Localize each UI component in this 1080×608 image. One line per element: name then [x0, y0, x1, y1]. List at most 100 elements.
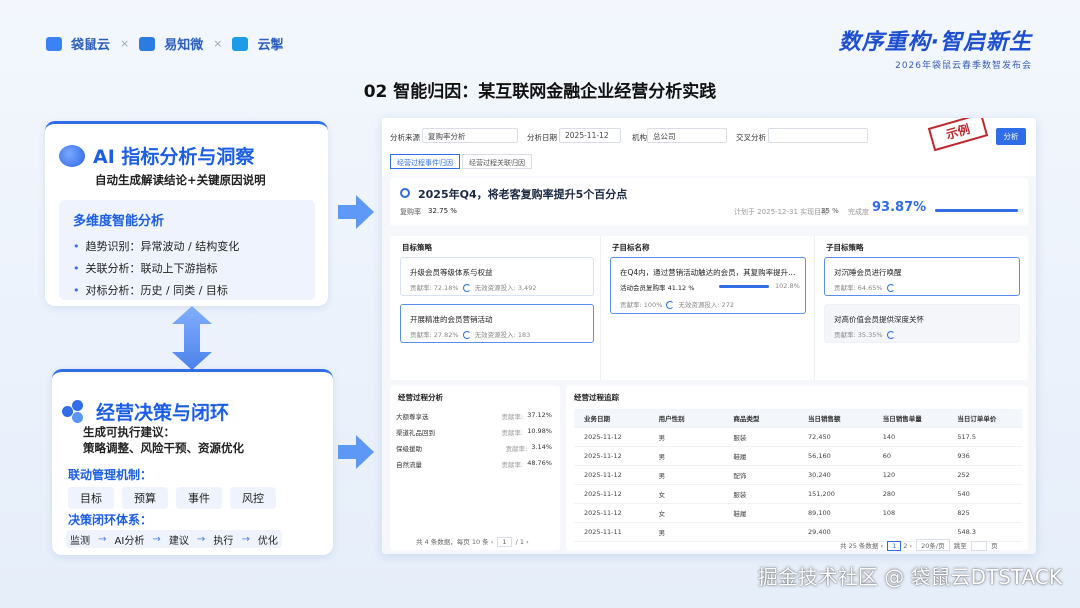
column-header[interactable]: 当日订单单价 — [947, 413, 1022, 423]
analyze-button[interactable]: 分析 — [996, 128, 1026, 145]
table-cell: 2025-11-11 — [584, 528, 622, 536]
target-icon — [400, 188, 410, 198]
sub-strategy-title: 对高价值会员提供深度关怀 — [834, 315, 924, 324]
table-cell: 男 — [658, 453, 666, 461]
column-header[interactable]: 用户性别 — [649, 413, 724, 423]
sub-strategy-card[interactable]: 对沉睡会员进行唤醒 贡献率: 64.65% — [824, 257, 1020, 296]
flow-step: 执行 — [213, 535, 234, 547]
column-header[interactable]: 业务日期 — [574, 413, 649, 423]
table-cell: 252 — [957, 471, 970, 479]
table-row[interactable]: 2025-11-12 女 服装 151,200 280 540 — [574, 485, 1022, 504]
table-row[interactable]: 2025-11-12 男 鞋履 56,160 60 936 — [574, 447, 1022, 466]
filter-label: 机构 — [632, 133, 647, 142]
table-cell: 108 — [882, 509, 896, 517]
flow-step: 监测 — [70, 535, 91, 547]
filter-label: 交叉分析 — [736, 133, 766, 142]
chip: 风控 — [230, 487, 276, 509]
column-header[interactable]: 当日销售单量 — [873, 413, 948, 423]
goal-title: 2025年Q4，将老客复购率提升5个百分点 — [418, 188, 628, 201]
filter-label: 分析来源 — [390, 133, 420, 142]
metric-label: 复购率 — [400, 208, 421, 216]
process-row[interactable]: 自然流量 贡献率: 48.76% — [396, 459, 552, 469]
chip: 目标 — [68, 487, 114, 509]
strategy-card[interactable]: 开展精准的会员营销活动 贡献率: 27.82% 无效资源投入: 183 — [400, 304, 594, 343]
loop-title: 决策闭环体系： — [68, 513, 153, 527]
dashboard-window: 分析来源 复购率分析 分析日期 2025-11-12 机构 总公司 交叉分析 分… — [382, 118, 1036, 554]
process-row[interactable]: 渠道礼品回到 贡献率: 10.98% — [396, 427, 552, 437]
table-cell: 936 — [957, 452, 970, 460]
column-title: 子目标策略 — [826, 243, 864, 252]
table-row[interactable]: 2025-11-12 女 鞋履 89,100 108 825 — [574, 504, 1022, 523]
sub-goal-bar — [719, 285, 769, 288]
table-cell: 540 — [957, 490, 970, 498]
logo-yunche: 云掣 — [257, 38, 284, 53]
table-cell: 男 — [658, 529, 666, 537]
sub-strategy-card[interactable]: 对高价值会员提供深度关怀 贡献率: 35.35% — [824, 304, 1020, 343]
cells-icon — [62, 399, 88, 424]
card-subtitle: 自动生成解读结论+关键原因说明 — [95, 173, 266, 187]
column-header[interactable]: 商品类型 — [723, 413, 798, 423]
tab-event-attribution[interactable]: 经营过程事件归因 — [390, 154, 460, 169]
table-cell: 女 — [658, 491, 666, 499]
column-title: 目标策略 — [402, 243, 432, 252]
strategy-title: 开展精准的会员营销活动 — [410, 315, 493, 324]
table-row[interactable]: 2025-11-12 男 服装 72,450 140 517.5 — [574, 428, 1022, 447]
card-subtitle: 策略调整、风险干预、资源优化 — [83, 441, 244, 455]
sub-goal-title: 在Q4内，通过营销活动触达的会员，其复购率提升... — [620, 268, 796, 277]
table-cell: 2025-11-12 — [584, 471, 622, 479]
table-cell: 151,200 — [808, 490, 835, 498]
decision-loop-flow: 监测 → AI分析 → 建议 → 执行 → 优化 — [66, 530, 282, 548]
source-select[interactable]: 复购率分析 — [422, 128, 518, 143]
strategy-card[interactable]: 升级会员等级体系与权益 贡献率: 72.18% 无效资源投入: 3,492 — [400, 257, 594, 296]
cross-select[interactable] — [768, 128, 868, 143]
table-cell: 89,100 — [808, 509, 831, 517]
strategy-stats: 贡献率: 72.18% 无效资源投入: 3,492 — [410, 284, 537, 292]
slogan-main: 数序重构·智启新生 — [838, 30, 1032, 55]
table-header: 业务日期 用户性别 商品类型 当日销售额 当日销售单量 当日订单单价 — [574, 409, 1022, 428]
table-row[interactable]: 2025-11-12 男 配饰 30,240 120 252 — [574, 466, 1022, 485]
table-cell: 鞋履 — [733, 510, 747, 518]
card-subtitle: 生成可执行建议： — [83, 425, 175, 439]
flow-step: 建议 — [168, 535, 189, 547]
panel-title: 经营过程分析 — [398, 393, 443, 402]
slogan-sub: 2026年袋鼠云春季数智发布会 — [895, 61, 1032, 71]
list-item: 对标分析：历史 / 同类 / 目标 — [73, 282, 239, 298]
column-header[interactable]: 当日销售额 — [798, 413, 873, 423]
process-row[interactable]: 大额尊享选 贡献率: 37.12% — [396, 411, 552, 421]
flow-arrow-icon: → — [241, 533, 250, 545]
table-cell: 2025-11-12 — [584, 452, 622, 460]
sub-goal-stats: 贡献率: 100% 无效资源投入: 272 — [620, 301, 735, 309]
yizhiwei-logo-icon — [139, 36, 156, 51]
panel-title: 经营过程追踪 — [574, 393, 619, 402]
sub-strategy-stats: 贡献率: 64.65% — [834, 282, 899, 292]
mechanism-title: 联动管理机制： — [68, 468, 153, 482]
card-title: AI 指标分析与洞察 — [93, 146, 255, 168]
card-header: AI 指标分析与洞察 — [59, 142, 254, 169]
ai-analysis-card: AI 指标分析与洞察 自动生成解读结论+关键原因说明 多维度智能分析 趋势识别：… — [45, 121, 328, 306]
partner-logos: 袋鼠云 × 易知微 × 云掣 — [46, 34, 283, 53]
page-title: 02 智能归因：某互联网金融企业经营分析实践 — [363, 82, 717, 102]
table-cell: 服装 — [733, 491, 747, 499]
strategy-title: 升级会员等级体系与权益 — [410, 268, 493, 277]
tab-correlation-attribution[interactable]: 经营过程关联归因 — [462, 154, 532, 169]
process-row[interactable]: 保级援助 贡献率: 3.14% — [396, 443, 552, 453]
completion-label: 完成度 — [848, 208, 869, 216]
completion-value: 93.87% — [872, 200, 927, 215]
sub-strategy-title: 对沉睡会员进行唤醒 — [834, 268, 902, 277]
table-cell: 120 — [882, 471, 896, 479]
sub-goal-metric: 活动会员复购率 41.12 % — [620, 284, 695, 292]
date-picker[interactable]: 2025-11-12 — [559, 128, 621, 143]
sub-goal-pct: 102.8% — [775, 282, 800, 290]
table-cell: 配饰 — [733, 472, 747, 480]
table-cell: 30,240 — [808, 471, 831, 479]
right-arrow-icon — [338, 195, 374, 229]
logo-dtstack: 袋鼠云 — [71, 38, 111, 53]
yunche-logo-icon — [232, 36, 249, 51]
table-cell: 29,400 — [808, 528, 831, 536]
logo-separator: × — [213, 37, 223, 50]
table-cell: 280 — [882, 490, 896, 498]
table-cell: 56,160 — [808, 452, 831, 460]
org-select[interactable]: 总公司 — [647, 128, 727, 143]
chip: 预算 — [122, 487, 168, 509]
sub-goal-card[interactable]: 在Q4内，通过营销活动触达的会员，其复购率提升... 活动会员复购率 41.12… — [610, 257, 806, 314]
